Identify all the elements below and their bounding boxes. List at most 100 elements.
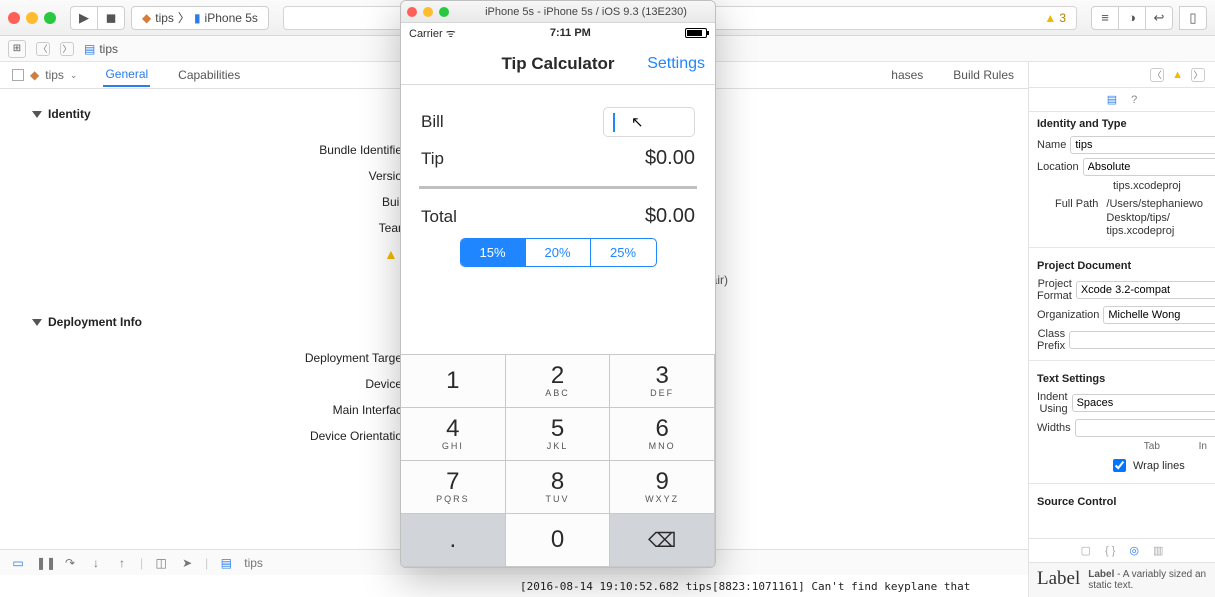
- debug-toggle-icon[interactable]: ▭: [10, 556, 26, 570]
- window-traffic-lights[interactable]: [8, 12, 56, 24]
- stop-button[interactable]: ◼: [97, 6, 125, 30]
- sim-close-icon[interactable]: [407, 7, 417, 17]
- inspector-tabs: ▤ ?: [1029, 88, 1215, 112]
- library-tabs: ▢ { } ◎ ▥: [1029, 538, 1215, 562]
- toggle-inspector-button[interactable]: ▯: [1179, 6, 1207, 30]
- key-9[interactable]: 9WXYZ: [610, 461, 715, 514]
- ios-simulator-window: iPhone 5s - iPhone 5s / iOS 9.3 (13E230)…: [400, 0, 716, 568]
- help-inspector-tab-icon[interactable]: ?: [1131, 94, 1137, 106]
- sim-minimize-icon[interactable]: [423, 7, 433, 17]
- code-snippet-lib-icon[interactable]: { }: [1105, 545, 1115, 557]
- key-8[interactable]: 8TUV: [506, 461, 611, 514]
- build-label: Buil: [32, 195, 412, 209]
- settings-button[interactable]: Settings: [647, 55, 705, 73]
- key-4[interactable]: 4GHI: [401, 408, 506, 461]
- project-format-field[interactable]: [1076, 281, 1215, 299]
- devices-label: Device: [32, 377, 412, 391]
- minimize-window-icon[interactable]: [26, 12, 38, 24]
- file-inspector-tab-icon[interactable]: ▤: [1107, 93, 1117, 106]
- debug-pause-icon[interactable]: ❚❚: [36, 556, 52, 570]
- bill-input[interactable]: [603, 107, 695, 137]
- key-3[interactable]: 3DEF: [610, 355, 715, 408]
- project-format-label: Project Format: [1037, 278, 1072, 302]
- wifi-icon: ᯤ: [446, 28, 456, 40]
- key-7[interactable]: 7PQRS: [401, 461, 506, 514]
- target-icon: ◆: [30, 68, 39, 82]
- object-lib-icon[interactable]: ◎: [1129, 544, 1139, 557]
- name-field[interactable]: [1070, 136, 1215, 154]
- device-orientation-label: Device Orientatio: [32, 429, 412, 443]
- debug-view-icon[interactable]: ◫: [153, 556, 169, 570]
- key-backspace[interactable]: ⌫: [610, 514, 715, 567]
- warnings-badge[interactable]: ▲ 3: [1044, 11, 1066, 25]
- project-crumb[interactable]: ▤ tips: [84, 42, 118, 56]
- sim-zoom-icon[interactable]: [439, 7, 449, 17]
- related-items-icon[interactable]: ⊞: [8, 40, 26, 58]
- debug-process-name[interactable]: tips: [244, 556, 263, 570]
- location-file: tips.xcodeproj: [1109, 180, 1207, 194]
- standard-editor-button[interactable]: ≡: [1091, 6, 1119, 30]
- debug-step-out-icon[interactable]: ↑: [114, 556, 130, 570]
- forward-button[interactable]: 〉: [60, 42, 74, 56]
- key-2[interactable]: 2ABC: [506, 355, 611, 408]
- target-name[interactable]: tips: [45, 68, 64, 82]
- key-5[interactable]: 5JKL: [506, 408, 611, 461]
- debug-location-icon[interactable]: ➤: [179, 556, 195, 570]
- key-dot[interactable]: .: [401, 514, 506, 567]
- debug-step-over-icon[interactable]: ↷: [62, 556, 78, 570]
- simulator-title: iPhone 5s - iPhone 5s / iOS 9.3 (13E230): [463, 6, 709, 18]
- deployment-title: Deployment Info: [48, 315, 142, 329]
- insp-forward-button[interactable]: 〉: [1191, 68, 1205, 82]
- process-icon: ▤: [218, 556, 234, 570]
- key-0[interactable]: 0: [506, 514, 611, 567]
- back-button[interactable]: 〈: [36, 42, 50, 56]
- text-settings-header: Text Settings: [1029, 367, 1215, 389]
- navigation-bar: Tip Calculator Settings: [401, 43, 715, 85]
- insp-warning-icon[interactable]: ▲: [1172, 69, 1183, 81]
- console-output: [2016-08-14 19:10:52.682 tips[8823:10711…: [520, 580, 970, 593]
- tab-general[interactable]: General: [103, 63, 150, 87]
- deployment-target-label: Deployment Targe: [32, 351, 412, 365]
- tab-build-rules[interactable]: Build Rules: [951, 64, 1016, 86]
- identity-title: Identity: [48, 107, 91, 121]
- wrap-lines-checkbox[interactable]: [1113, 459, 1126, 472]
- number-keypad: 1 2ABC 3DEF 4GHI 5JKL 6MNO 7PQRS 8TUV 9W…: [401, 354, 715, 567]
- key-1[interactable]: 1: [401, 355, 506, 408]
- tab-capabilities[interactable]: Capabilities: [176, 64, 242, 86]
- key-6[interactable]: 6MNO: [610, 408, 715, 461]
- text-caret-icon: [613, 113, 615, 132]
- project-icon: ◆: [142, 11, 151, 25]
- seg-25[interactable]: 25%: [591, 239, 656, 266]
- widths-tab-caption: Tab: [1109, 441, 1195, 452]
- tab-build-phases[interactable]: hases: [889, 64, 925, 86]
- identity-type-header: Identity and Type: [1029, 112, 1215, 134]
- library-item-title: Label: [1088, 569, 1114, 580]
- object-library-item[interactable]: Label Label - A variably sized an static…: [1029, 562, 1215, 597]
- run-button[interactable]: ▶: [70, 6, 98, 30]
- disclosure-triangle-icon: [32, 319, 42, 326]
- main-interface-label: Main Interfac: [32, 403, 412, 417]
- version-editor-button[interactable]: ↩: [1145, 6, 1173, 30]
- organization-field[interactable]: [1103, 306, 1215, 324]
- targets-popup-icon[interactable]: [12, 69, 24, 81]
- simulator-titlebar[interactable]: iPhone 5s - iPhone 5s / iOS 9.3 (13E230): [401, 1, 715, 23]
- source-control-header: Source Control: [1029, 490, 1215, 512]
- dropdown-icon[interactable]: ⌄: [70, 70, 78, 81]
- widths-field[interactable]: [1075, 419, 1215, 437]
- warning-count: 3: [1059, 11, 1066, 25]
- scheme-selector[interactable]: ◆ tips 〉 ▮ iPhone 5s: [131, 6, 269, 30]
- seg-20[interactable]: 20%: [526, 239, 591, 266]
- location-field[interactable]: [1083, 158, 1215, 176]
- zoom-window-icon[interactable]: [44, 12, 56, 24]
- media-lib-icon[interactable]: ▥: [1153, 544, 1163, 557]
- indent-using-field[interactable]: [1072, 394, 1215, 412]
- close-window-icon[interactable]: [8, 12, 20, 24]
- insp-back-button[interactable]: 〈: [1150, 68, 1164, 82]
- seg-15[interactable]: 15%: [461, 239, 526, 266]
- class-prefix-field[interactable]: [1069, 331, 1215, 349]
- file-template-lib-icon[interactable]: ▢: [1081, 544, 1091, 557]
- assistant-editor-button[interactable]: ◑: [1118, 6, 1146, 30]
- tip-percent-segmented[interactable]: 15% 20% 25%: [460, 238, 657, 267]
- debug-step-in-icon[interactable]: ↓: [88, 556, 104, 570]
- tip-value: $0.00: [645, 147, 695, 170]
